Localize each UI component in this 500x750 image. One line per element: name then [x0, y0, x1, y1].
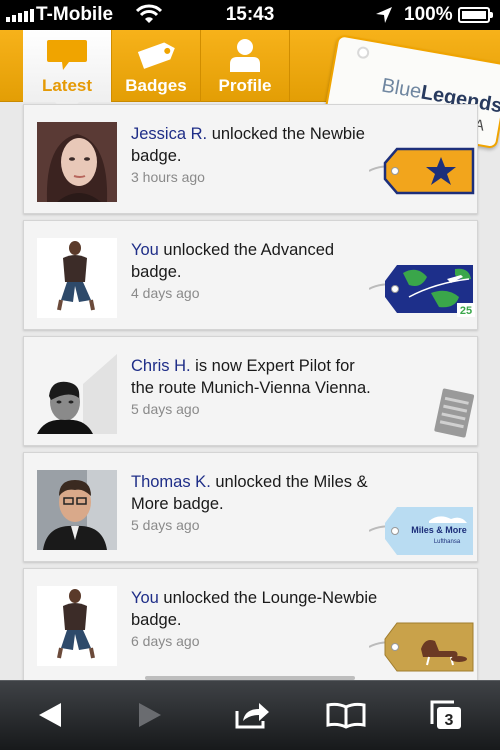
list-item[interactable]: You unlocked the Lounge-Newbie badge. 6 …: [23, 568, 478, 680]
tag-icon: [137, 42, 175, 69]
tabs-count: 3: [445, 712, 454, 729]
avatar: [37, 122, 117, 202]
feed-text: You unlocked the Advanced badge. 4 days …: [131, 239, 381, 302]
list-item[interactable]: Thomas K. unlocked the Miles & More badg…: [23, 452, 478, 562]
feed-text: Jessica R. unlocked the Newbie badge. 3 …: [131, 123, 381, 186]
activity-feed: Jessica R. unlocked the Newbie badge. 3 …: [0, 102, 500, 680]
avatar: [37, 586, 117, 666]
battery-percent: 100%: [404, 4, 453, 25]
location-arrow-icon: [376, 7, 392, 23]
badge-number: 25: [460, 305, 472, 317]
tab-badges[interactable]: Badges: [112, 30, 200, 102]
list-item[interactable]: You unlocked the Advanced badge. 4 days …: [23, 220, 478, 330]
user-name-link[interactable]: Chris H.: [131, 357, 191, 375]
user-name-link[interactable]: You: [131, 589, 159, 607]
globe-25-badge-icon: 25: [369, 265, 475, 317]
battery-icon: [458, 7, 493, 23]
speech-bubble-icon: [47, 40, 87, 70]
lounge-chair-badge-icon: [369, 622, 474, 672]
user-name-link[interactable]: You: [131, 241, 159, 259]
timestamp: 3 hours ago: [131, 169, 205, 185]
tab-label: Profile: [218, 76, 272, 95]
tab-profile[interactable]: Profile: [201, 30, 289, 102]
back-icon: [39, 703, 61, 727]
timestamp: 5 days ago: [131, 401, 200, 417]
tab-label: Badges: [125, 76, 187, 95]
timestamp: 4 days ago: [131, 285, 200, 301]
forward-icon: [139, 703, 161, 727]
badge-label: Miles & More: [411, 525, 467, 535]
badge-sublabel: Lufthansa: [434, 539, 461, 545]
feed-text: Thomas K. unlocked the Miles & More badg…: [131, 471, 381, 534]
back-button[interactable]: [30, 697, 70, 733]
list-item[interactable]: Chris H. is now Expert Pilot for the rou…: [23, 336, 478, 446]
share-icon: [235, 703, 269, 729]
document-icon: [434, 388, 475, 438]
bookmarks-button[interactable]: [326, 697, 366, 733]
tab-latest[interactable]: Latest: [23, 30, 111, 116]
miles-more-badge-icon: Miles & More Lufthansa: [369, 507, 473, 555]
forward-button[interactable]: [130, 697, 170, 733]
person-icon: [230, 39, 260, 72]
tabs-icon: 3: [430, 700, 461, 729]
star-badge-icon: [369, 147, 475, 195]
timestamp: 5 days ago: [131, 517, 200, 533]
tab-label: Latest: [41, 76, 93, 95]
status-bar: T-Mobile 15:43 100%: [0, 0, 500, 30]
user-name-link[interactable]: Jessica R.: [131, 125, 207, 143]
browser-toolbar: 3: [0, 680, 500, 750]
avatar: [37, 354, 117, 434]
bookmarks-icon: [326, 702, 366, 729]
share-button[interactable]: [232, 697, 272, 733]
timestamp: 6 days ago: [131, 633, 200, 649]
avatar: [37, 470, 117, 550]
tabs-button[interactable]: 3: [426, 697, 466, 733]
feed-text: You unlocked the Lounge-Newbie badge. 6 …: [131, 587, 381, 650]
avatar: [37, 238, 117, 318]
feed-text: Chris H. is now Expert Pilot for the rou…: [131, 355, 381, 418]
list-item[interactable]: Jessica R. unlocked the Newbie badge. 3 …: [23, 104, 478, 214]
user-name-link[interactable]: Thomas K.: [131, 473, 211, 491]
